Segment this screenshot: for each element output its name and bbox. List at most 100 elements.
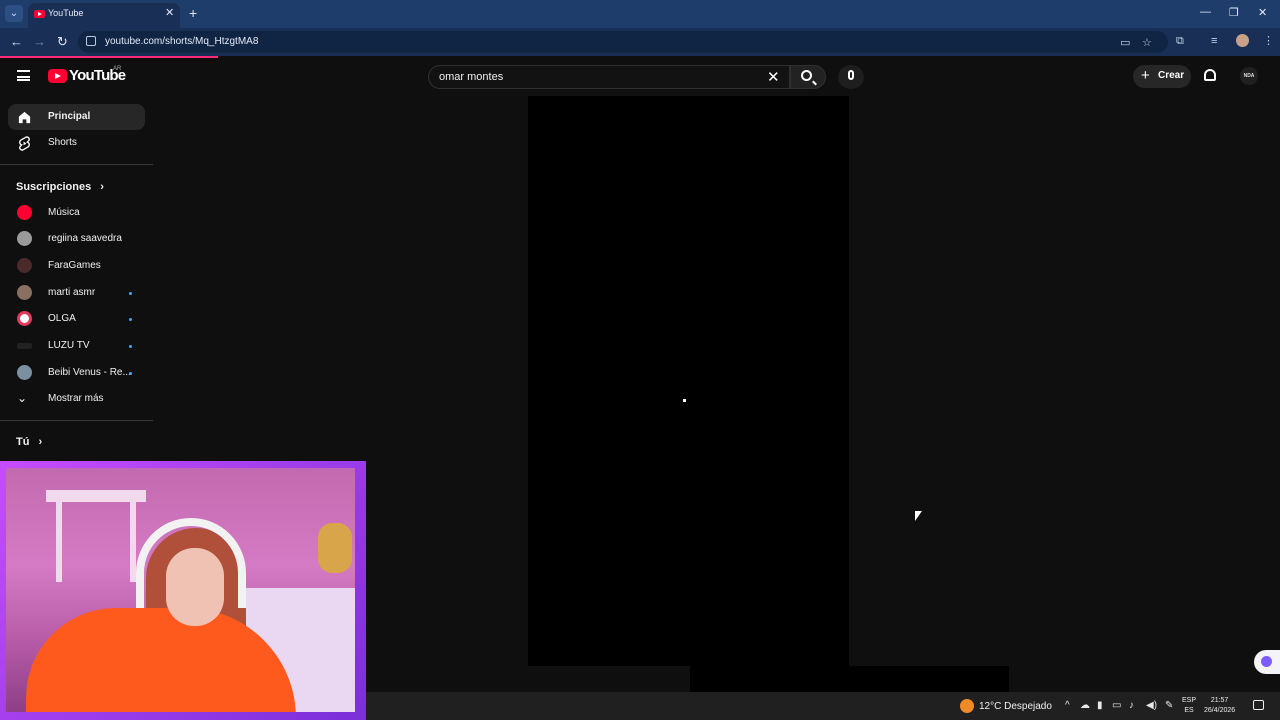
volume-icon[interactable]: ◀) — [1146, 700, 1157, 711]
subscriptions-title: Suscripciones — [16, 181, 92, 193]
close-window-button[interactable]: ✕ — [1258, 6, 1267, 19]
tab-close-icon[interactable]: ✕ — [165, 6, 174, 19]
sidebar-sub-beibi[interactable]: Beibi Venus - Re... — [8, 360, 145, 386]
windows-taskbar: 12°C Despejado ^ ☁ ▮ ▭ ♪ ◀) ✎ ESP ES 21:… — [366, 692, 1280, 720]
subscriptions-heading[interactable]: Suscripciones › — [16, 181, 104, 193]
microphone-tray-icon[interactable]: ▮ — [1097, 700, 1103, 711]
search-input[interactable]: omar montes ✕ — [428, 65, 790, 89]
channel-avatar — [17, 365, 32, 380]
sidebar-item-label: marti asmr — [48, 287, 96, 298]
back-arrow-icon[interactable]: ← — [10, 34, 23, 49]
chevron-right-icon: › — [38, 436, 43, 448]
search-query[interactable]: omar montes — [439, 71, 503, 83]
cloud-icon[interactable]: ☁ — [1080, 700, 1090, 711]
sidebar-sub-faragames[interactable]: FaraGames — [8, 253, 145, 279]
plus-icon: + — [1141, 67, 1150, 84]
sidebar-item-label: Música — [48, 207, 80, 218]
search-button[interactable] — [790, 65, 826, 89]
tab-title: YouTube — [48, 8, 84, 18]
sidebar-sub-regiina[interactable]: regiina saavedra — [8, 226, 145, 252]
show-more-label: Mostrar más — [48, 393, 104, 404]
youtube-logo-icon[interactable] — [48, 69, 67, 83]
chevron-right-icon: › — [100, 181, 104, 193]
mouse-cursor-icon — [915, 511, 922, 521]
menu-icon[interactable] — [17, 70, 30, 81]
browser-tab-youtube[interactable]: YouTube ✕ — [28, 3, 180, 28]
you-title: Tú — [16, 436, 30, 448]
show-more-button[interactable]: ⌄ Mostrar más — [8, 386, 145, 412]
extensions-icon[interactable]: ⧉ — [1176, 35, 1184, 48]
sidebar-item-principal[interactable]: Principal — [8, 104, 145, 130]
profile-avatar-icon[interactable] — [1236, 34, 1249, 47]
you-heading[interactable]: Tú › — [16, 436, 42, 448]
sidebar-item-shorts[interactable]: Shorts — [8, 130, 145, 156]
speaker-icon[interactable]: ♪ — [1129, 700, 1134, 711]
chevron-down-icon: ⌄ — [17, 391, 28, 405]
weather-moon-icon[interactable] — [960, 699, 974, 713]
channel-avatar — [17, 343, 32, 349]
network-icon[interactable]: ▭ — [1112, 700, 1121, 711]
webcam-overlay — [0, 461, 366, 720]
forward-arrow-icon[interactable]: → — [33, 34, 46, 49]
sidebar-sub-marti[interactable]: marti asmr — [8, 280, 145, 306]
new-tab-button[interactable]: + — [189, 5, 197, 21]
sidebar-item-label: Beibi Venus - Re... — [48, 367, 131, 378]
install-app-icon[interactable]: ▭ — [1120, 36, 1130, 49]
tab-search-button[interactable]: ⌄ — [5, 5, 23, 22]
player-bottom-area — [690, 666, 1009, 692]
sidebar-sub-musica[interactable]: Música — [8, 200, 145, 226]
microphone-icon — [848, 70, 854, 80]
create-label: Crear — [1158, 70, 1185, 81]
reload-icon[interactable]: ↻ — [57, 34, 68, 50]
browser-menu-icon[interactable]: ⋮ — [1263, 34, 1274, 47]
sidebar-item-label: OLGA — [48, 313, 76, 324]
media-control-icon[interactable]: ≡ — [1211, 35, 1217, 47]
home-icon — [18, 111, 31, 124]
notifications-bell-icon[interactable] — [1204, 69, 1216, 81]
restore-button[interactable]: ❐ — [1229, 6, 1239, 19]
shorts-video-player[interactable] — [528, 96, 849, 666]
floating-extension-widget[interactable] — [1254, 650, 1280, 674]
address-bar[interactable]: youtube.com/shorts/Mq_HtzgtMA8 ▭ ☆ — [78, 31, 1168, 53]
region-code: AR — [113, 66, 122, 72]
headphones — [136, 518, 246, 608]
shelf-leg — [56, 502, 62, 582]
tray-expand-icon[interactable]: ^ — [1065, 700, 1070, 711]
channel-avatar — [17, 311, 32, 326]
voice-search-button[interactable] — [838, 65, 864, 89]
sidebar-sub-olga[interactable]: OLGA — [8, 306, 145, 332]
loading-indicator — [683, 399, 686, 402]
notification-center-icon[interactable] — [1253, 700, 1264, 710]
weather-text[interactable]: 12°C Despejado — [979, 701, 1052, 712]
language-code: ESP — [1182, 697, 1197, 704]
language-indicator[interactable]: ESP ES — [1182, 696, 1196, 716]
new-content-dot — [129, 318, 132, 321]
clear-search-icon[interactable]: ✕ — [767, 68, 780, 86]
sidebar-item-label: FaraGames — [48, 260, 101, 271]
youtube-favicon-icon — [34, 10, 45, 18]
minimize-button[interactable]: — — [1200, 6, 1211, 18]
pen-icon[interactable]: ✎ — [1165, 700, 1173, 711]
sidebar: Principal Shorts Suscripciones › Música … — [0, 96, 153, 466]
clock-date: 26/4/2026 — [1204, 707, 1236, 714]
url-text[interactable]: youtube.com/shorts/Mq_HtzgtMA8 — [105, 36, 258, 47]
youtube-header: YouTube AR omar montes ✕ + Crear NDA — [0, 58, 1280, 96]
new-content-dot — [129, 292, 132, 295]
channel-avatar — [17, 231, 32, 246]
site-info-icon[interactable] — [86, 36, 96, 46]
create-button[interactable]: + Crear — [1133, 65, 1191, 88]
search-icon — [801, 70, 812, 81]
sidebar-item-label: LUZU TV — [48, 340, 90, 351]
sidebar-sub-luzu[interactable]: LUZU TV — [8, 333, 145, 359]
bookmark-star-icon[interactable]: ☆ — [1142, 36, 1152, 49]
shorts-icon — [19, 136, 30, 151]
account-avatar[interactable]: NDA — [1240, 67, 1258, 85]
sidebar-divider — [0, 164, 153, 165]
webcam-feed — [6, 468, 355, 712]
browser-tab-bar: ⌄ YouTube ✕ + — ❐ ✕ — [0, 0, 1280, 28]
new-content-dot — [129, 345, 132, 348]
clock[interactable]: 21:57 26/4/2026 — [1204, 696, 1235, 716]
sidebar-item-label: Shorts — [48, 137, 77, 148]
channel-avatar — [17, 258, 32, 273]
new-content-dot — [129, 372, 132, 375]
